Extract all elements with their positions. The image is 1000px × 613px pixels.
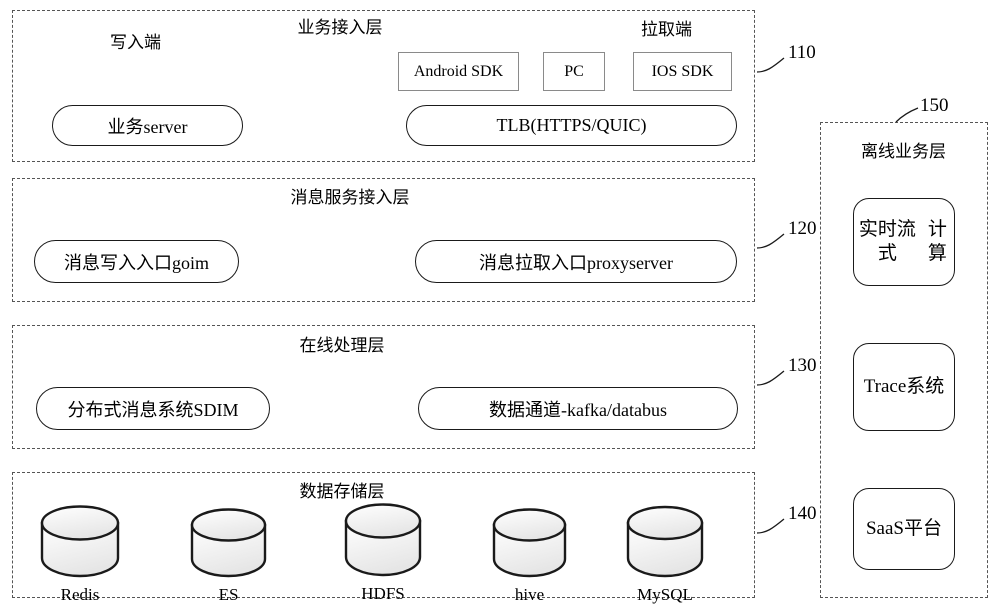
store-mysql[interactable]: MySQL [626, 505, 704, 607]
box-ios-sdk[interactable]: IOS SDK [633, 52, 732, 91]
card-line1: Trace系统 [863, 376, 945, 398]
sublabel-pull-side: 拉取端 [641, 20, 692, 39]
ref-number-150: 150 [920, 95, 949, 116]
store-hive[interactable]: hive [492, 507, 567, 607]
store-redis[interactable]: Redis [40, 505, 120, 607]
ref-number-130: 130 [788, 355, 817, 376]
ref-number-120: 120 [788, 218, 817, 239]
pill-message-write-entry[interactable]: 消息写入入口goim [34, 240, 239, 283]
cylinder-icon [190, 508, 267, 578]
store-label-hdfs: HDFS [361, 584, 405, 603]
architecture-diagram: 业务接入层 写入端 拉取端 Android SDK PC IOS SDK 业务s… [0, 0, 1000, 613]
ref-number-110: 110 [788, 42, 816, 63]
layer-title-offline-business-layer: 离线业务层 [861, 142, 946, 161]
cylinder-icon [626, 505, 704, 578]
store-es[interactable]: ES [190, 507, 267, 607]
card-line2: 计算 [927, 219, 947, 264]
store-hdfs[interactable]: HDFS [344, 502, 422, 607]
pill-sdim[interactable]: 分布式消息系统SDIM [36, 387, 270, 430]
pill-data-channel[interactable]: 数据通道-kafka/databus [418, 387, 738, 430]
card-line1: 实时流式 [858, 219, 916, 264]
card-realtime-stream-computing[interactable]: 实时流式 计算 [853, 198, 955, 286]
layer-title-business-access-layer: 业务接入层 [297, 18, 383, 37]
store-label-hive: hive [514, 585, 545, 604]
store-label-es: ES [218, 585, 239, 604]
card-line1: SaaS平台 [865, 518, 942, 540]
cylinder-icon [492, 508, 567, 578]
store-label-redis: Redis [60, 585, 100, 604]
layer-title-online-processing-layer: 在线处理层 [299, 336, 385, 355]
card-saas-platform[interactable]: SaaS平台 [853, 488, 955, 570]
store-label-mysql: MySQL [637, 585, 693, 604]
pill-business-server[interactable]: 业务server [52, 105, 243, 146]
ref-number-140: 140 [788, 503, 817, 524]
layer-title-data-storage-layer: 数据存储层 [299, 482, 385, 501]
sublabel-write-side: 写入端 [110, 33, 161, 52]
pill-tlb[interactable]: TLB(HTTPS/QUIC) [406, 105, 737, 146]
card-trace-system[interactable]: Trace系统 [853, 343, 955, 431]
layer-title-message-service-access-layer: 消息服务接入层 [290, 188, 410, 207]
box-pc[interactable]: PC [543, 52, 605, 91]
cylinder-icon [40, 505, 120, 578]
box-android-sdk[interactable]: Android SDK [398, 52, 519, 91]
cylinder-icon [344, 503, 422, 577]
pill-message-pull-entry[interactable]: 消息拉取入口proxyserver [415, 240, 737, 283]
